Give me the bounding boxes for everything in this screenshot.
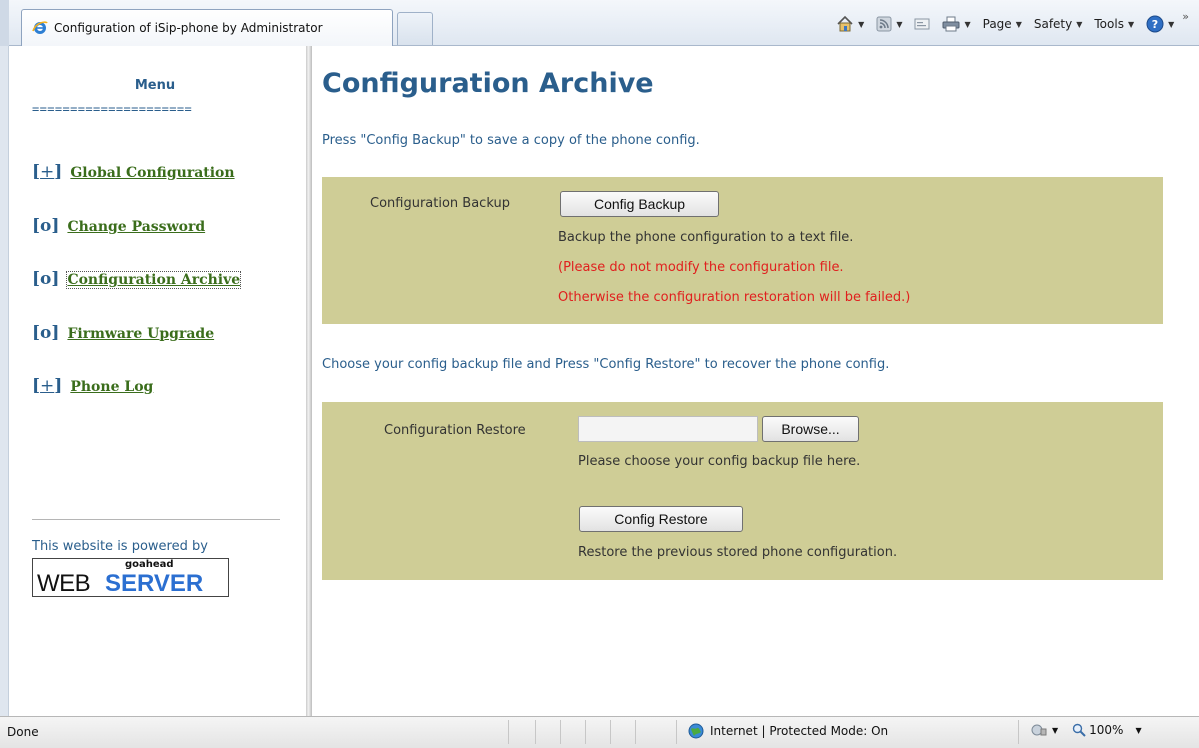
logo-web-text: WEB bbox=[37, 570, 91, 597]
sidebar-link-global-configuration[interactable]: Global Configuration bbox=[70, 165, 234, 181]
logo-server-text: SERVER bbox=[105, 570, 204, 597]
status-divider bbox=[1018, 720, 1019, 744]
chevron-down-icon: ▼ bbox=[896, 19, 903, 29]
config-backup-button[interactable]: Config Backup bbox=[560, 191, 719, 217]
command-bar: ▼ ▼ ▼ Page ▼ Safety ▼ Tools ▼ ? ▼ » bbox=[836, 10, 1199, 38]
sidebar-link-configuration-archive[interactable]: Configuration Archive bbox=[66, 271, 242, 289]
status-divider bbox=[676, 720, 677, 744]
safety-menu[interactable]: Safety ▼ bbox=[1034, 17, 1083, 31]
sidebar-link-firmware-upgrade[interactable]: Firmware Upgrade bbox=[67, 326, 214, 342]
window-edge bbox=[0, 46, 9, 716]
printer-icon bbox=[942, 16, 960, 32]
config-file-input[interactable] bbox=[578, 416, 758, 442]
home-button[interactable]: ▼ bbox=[836, 15, 864, 33]
rss-feed-icon bbox=[876, 16, 892, 32]
security-zone[interactable]: Internet | Protected Mode: On bbox=[688, 723, 888, 739]
more-commands-chevron[interactable]: » bbox=[1182, 10, 1189, 23]
chevron-down-icon[interactable]: ▼ bbox=[1135, 726, 1141, 735]
backup-warning-line1: (Please do not modify the configuration … bbox=[558, 260, 844, 275]
page-menu-label: Page bbox=[982, 17, 1012, 31]
browser-tab-title: Configuration of iSip-phone by Administr… bbox=[54, 21, 323, 35]
chevron-down-icon: ▼ bbox=[964, 19, 971, 29]
status-divider bbox=[635, 720, 636, 744]
chevron-down-icon: ▼ bbox=[1076, 19, 1083, 29]
protected-mode-icon[interactable] bbox=[1030, 723, 1048, 737]
globe-icon bbox=[688, 723, 704, 739]
help-icon: ? bbox=[1146, 15, 1164, 33]
config-restore-button[interactable]: Config Restore bbox=[579, 506, 743, 532]
status-divider bbox=[585, 720, 586, 744]
web-page: Menu ===================== [+] Global Co… bbox=[0, 46, 1199, 716]
main-content: Configuration Archive Press "Config Back… bbox=[322, 46, 1192, 716]
home-icon bbox=[837, 15, 853, 32]
expand-marker[interactable]: [+] bbox=[32, 376, 62, 396]
chevron-down-icon: ▼ bbox=[1127, 19, 1135, 29]
status-bar: Done Internet | Protected Mode: On ▼ 100… bbox=[0, 716, 1199, 748]
status-controls: ▼ 100% ▼ bbox=[1030, 723, 1156, 737]
browser-toolbar: Configuration of iSip-phone by Administr… bbox=[0, 0, 1199, 46]
tools-menu[interactable]: Tools ▼ bbox=[1094, 17, 1134, 31]
goahead-webserver-logo[interactable]: goahead WEB SERVER bbox=[32, 558, 229, 597]
sidebar-item-change-password: [o] Change Password bbox=[32, 216, 205, 236]
help-menu[interactable]: ? ▼ bbox=[1146, 15, 1174, 33]
backup-description: Backup the phone configuration to a text… bbox=[558, 230, 854, 245]
status-divider bbox=[560, 720, 561, 744]
status-divider bbox=[508, 720, 509, 744]
sidebar-link-change-password[interactable]: Change Password bbox=[67, 219, 205, 235]
svg-text:?: ? bbox=[1152, 18, 1158, 31]
item-marker: [o] bbox=[32, 323, 60, 343]
internet-explorer-icon bbox=[32, 21, 48, 34]
new-tab-button[interactable] bbox=[397, 12, 433, 45]
logo-goahead-text: goahead bbox=[125, 559, 174, 570]
feeds-button[interactable]: ▼ bbox=[876, 16, 902, 32]
sidebar-item-configuration-archive: [o] Configuration Archive bbox=[32, 269, 242, 289]
browse-button[interactable]: Browse... bbox=[762, 416, 859, 442]
restore-intro-text: Choose your config backup file and Press… bbox=[322, 357, 890, 372]
zoom-icon bbox=[1072, 723, 1086, 737]
item-marker: [o] bbox=[32, 269, 60, 289]
sidebar-divider-line bbox=[32, 519, 280, 520]
backup-warning-line2: Otherwise the configuration restoration … bbox=[558, 290, 911, 305]
page-title: Configuration Archive bbox=[322, 68, 654, 99]
status-divider bbox=[535, 720, 536, 744]
restore-panel: Configuration Restore Browse... Please c… bbox=[322, 402, 1163, 580]
restore-label: Configuration Restore bbox=[384, 423, 526, 438]
menu-title: Menu bbox=[134, 78, 176, 93]
frame-splitter[interactable] bbox=[306, 46, 312, 716]
expand-marker[interactable]: [+] bbox=[32, 162, 62, 182]
zoom-level[interactable]: 100% bbox=[1089, 723, 1123, 737]
sidebar-link-phone-log[interactable]: Phone Log bbox=[70, 379, 153, 395]
page-menu[interactable]: Page ▼ bbox=[983, 17, 1022, 31]
backup-panel: Configuration Backup Config Backup Backu… bbox=[322, 177, 1163, 324]
chevron-down-icon: ▼ bbox=[858, 19, 865, 29]
restore-description: Restore the previous stored phone config… bbox=[578, 545, 898, 560]
window-edge bbox=[0, 0, 9, 46]
status-divider bbox=[610, 720, 611, 744]
security-zone-label: Internet | Protected Mode: On bbox=[710, 724, 889, 738]
browser-tab[interactable]: Configuration of iSip-phone by Administr… bbox=[21, 9, 393, 46]
safety-menu-label: Safety bbox=[1033, 17, 1073, 31]
backup-label: Configuration Backup bbox=[370, 196, 510, 211]
chevron-down-icon: ▼ bbox=[1015, 19, 1022, 29]
mail-icon bbox=[914, 18, 930, 30]
mail-button[interactable] bbox=[914, 17, 930, 31]
sidebar-item-global-configuration: [+] Global Configuration bbox=[32, 162, 235, 182]
chevron-down-icon: ▼ bbox=[1168, 19, 1175, 29]
file-hint-text: Please choose your config backup file he… bbox=[578, 454, 861, 469]
item-marker: [o] bbox=[32, 216, 60, 236]
chevron-down-icon[interactable]: ▼ bbox=[1052, 726, 1058, 735]
sidebar-item-firmware-upgrade: [o] Firmware Upgrade bbox=[32, 323, 214, 343]
print-button[interactable]: ▼ bbox=[942, 16, 971, 32]
backup-intro-text: Press "Config Backup" to save a copy of … bbox=[322, 133, 700, 148]
powered-by-text: This website is powered by bbox=[32, 539, 208, 554]
sidebar-menu: Menu ===================== [+] Global Co… bbox=[10, 46, 306, 716]
status-text: Done bbox=[7, 725, 39, 739]
menu-rule: ===================== bbox=[32, 102, 193, 116]
tools-menu-label: Tools bbox=[1094, 17, 1124, 31]
sidebar-item-phone-log: [+] Phone Log bbox=[32, 376, 153, 396]
